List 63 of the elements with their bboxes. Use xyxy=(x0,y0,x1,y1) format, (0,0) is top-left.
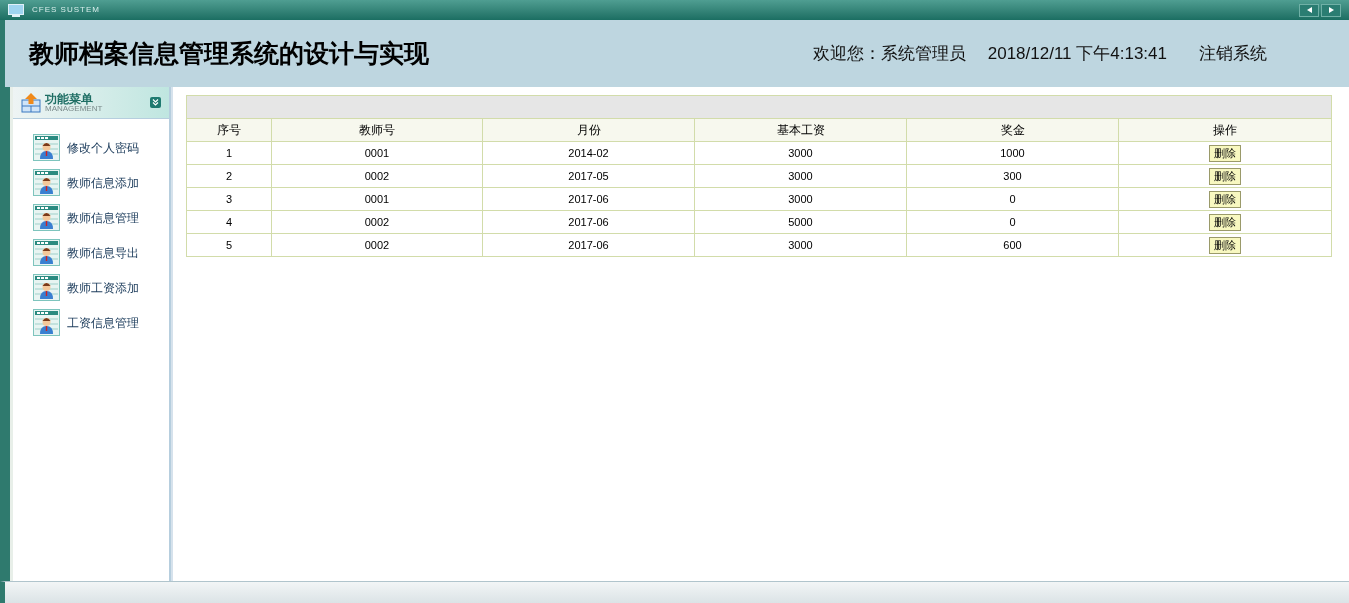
table-cell: 0001 xyxy=(271,141,483,165)
collapse-button[interactable] xyxy=(150,97,161,108)
table-cell: 2017-06 xyxy=(482,233,695,257)
table-cell: 3000 xyxy=(694,141,907,165)
delete-button[interactable]: 删除 xyxy=(1209,213,1241,231)
sidebar-subtitle: MANAGEMENT xyxy=(45,104,103,113)
table-cell: 0002 xyxy=(271,233,483,257)
left-arrow-icon xyxy=(1306,7,1312,13)
welcome-text: 欢迎您：系统管理员 xyxy=(812,42,966,65)
table-cell: 5000 xyxy=(694,210,907,234)
system-title: 教师档案信息管理系统的设计与实现 xyxy=(29,37,429,69)
table-cell: 0002 xyxy=(271,164,483,188)
person-card-icon xyxy=(33,309,60,336)
person-card-icon xyxy=(33,134,60,161)
table-cell: 0001 xyxy=(271,187,483,211)
delete-button[interactable]: 删除 xyxy=(1209,167,1241,185)
sidebar-menu-item[interactable]: 工资信息管理 xyxy=(33,309,169,336)
sidebar-menu-item[interactable]: 教师信息管理 xyxy=(33,204,169,231)
table-cell: 0 xyxy=(906,187,1119,211)
logout-link[interactable]: 注销系统 xyxy=(1199,40,1267,67)
table-cell: 4 xyxy=(186,210,272,234)
table-cell: 1000 xyxy=(906,141,1119,165)
delete-button[interactable]: 删除 xyxy=(1209,144,1241,162)
person-card-icon xyxy=(33,239,60,266)
table-cell: 0 xyxy=(906,210,1119,234)
column-header: 基本工资 xyxy=(694,118,907,142)
table-cell: 2017-05 xyxy=(482,164,695,188)
delete-button[interactable]: 删除 xyxy=(1209,190,1241,208)
table-cell: 3000 xyxy=(694,187,907,211)
person-card-icon xyxy=(33,204,60,231)
table-cell: 5 xyxy=(186,233,272,257)
table-cell: 0002 xyxy=(271,210,483,234)
datetime-text: 2018/12/11 下午4:13:41 xyxy=(987,42,1167,65)
column-header: 月份 xyxy=(482,118,695,142)
table-cell: 2014-02 xyxy=(482,141,695,165)
person-card-icon xyxy=(33,169,60,196)
scroll-left-button[interactable] xyxy=(1299,3,1319,17)
table-cell: 2017-06 xyxy=(482,187,695,211)
column-header: 奖金 xyxy=(906,118,1119,142)
table-cell: 3000 xyxy=(694,233,907,257)
column-header: 教师号 xyxy=(271,118,483,142)
monitor-icon xyxy=(8,3,24,17)
table-cell: 300 xyxy=(906,164,1119,188)
menu-box-icon xyxy=(21,92,41,113)
column-header: 操作 xyxy=(1118,118,1332,142)
right-arrow-icon xyxy=(1328,7,1334,13)
person-card-icon xyxy=(33,274,60,301)
table-cell: 3000 xyxy=(694,164,907,188)
sidebar-menu-item[interactable]: 教师信息导出 xyxy=(33,239,169,266)
sidebar-menu-item[interactable]: 教师工资添加 xyxy=(33,274,169,301)
sidebar-menu-item[interactable]: 修改个人密码 xyxy=(33,134,169,161)
table-cell: 1 xyxy=(186,141,272,165)
table-cell: 3 xyxy=(186,187,272,211)
double-chevron-icon xyxy=(152,99,159,106)
table-cell: 2017-06 xyxy=(482,210,695,234)
window-title: CFES SUSTEM xyxy=(32,4,100,16)
sidebar-menu-item[interactable]: 教师信息添加 xyxy=(33,169,169,196)
column-header: 序号 xyxy=(186,118,272,142)
delete-button[interactable]: 删除 xyxy=(1209,236,1241,254)
table-cell: 600 xyxy=(906,233,1119,257)
scroll-right-button[interactable] xyxy=(1321,3,1341,17)
sidebar-title: 功能菜单 xyxy=(45,92,93,105)
table-cell: 2 xyxy=(186,164,272,188)
